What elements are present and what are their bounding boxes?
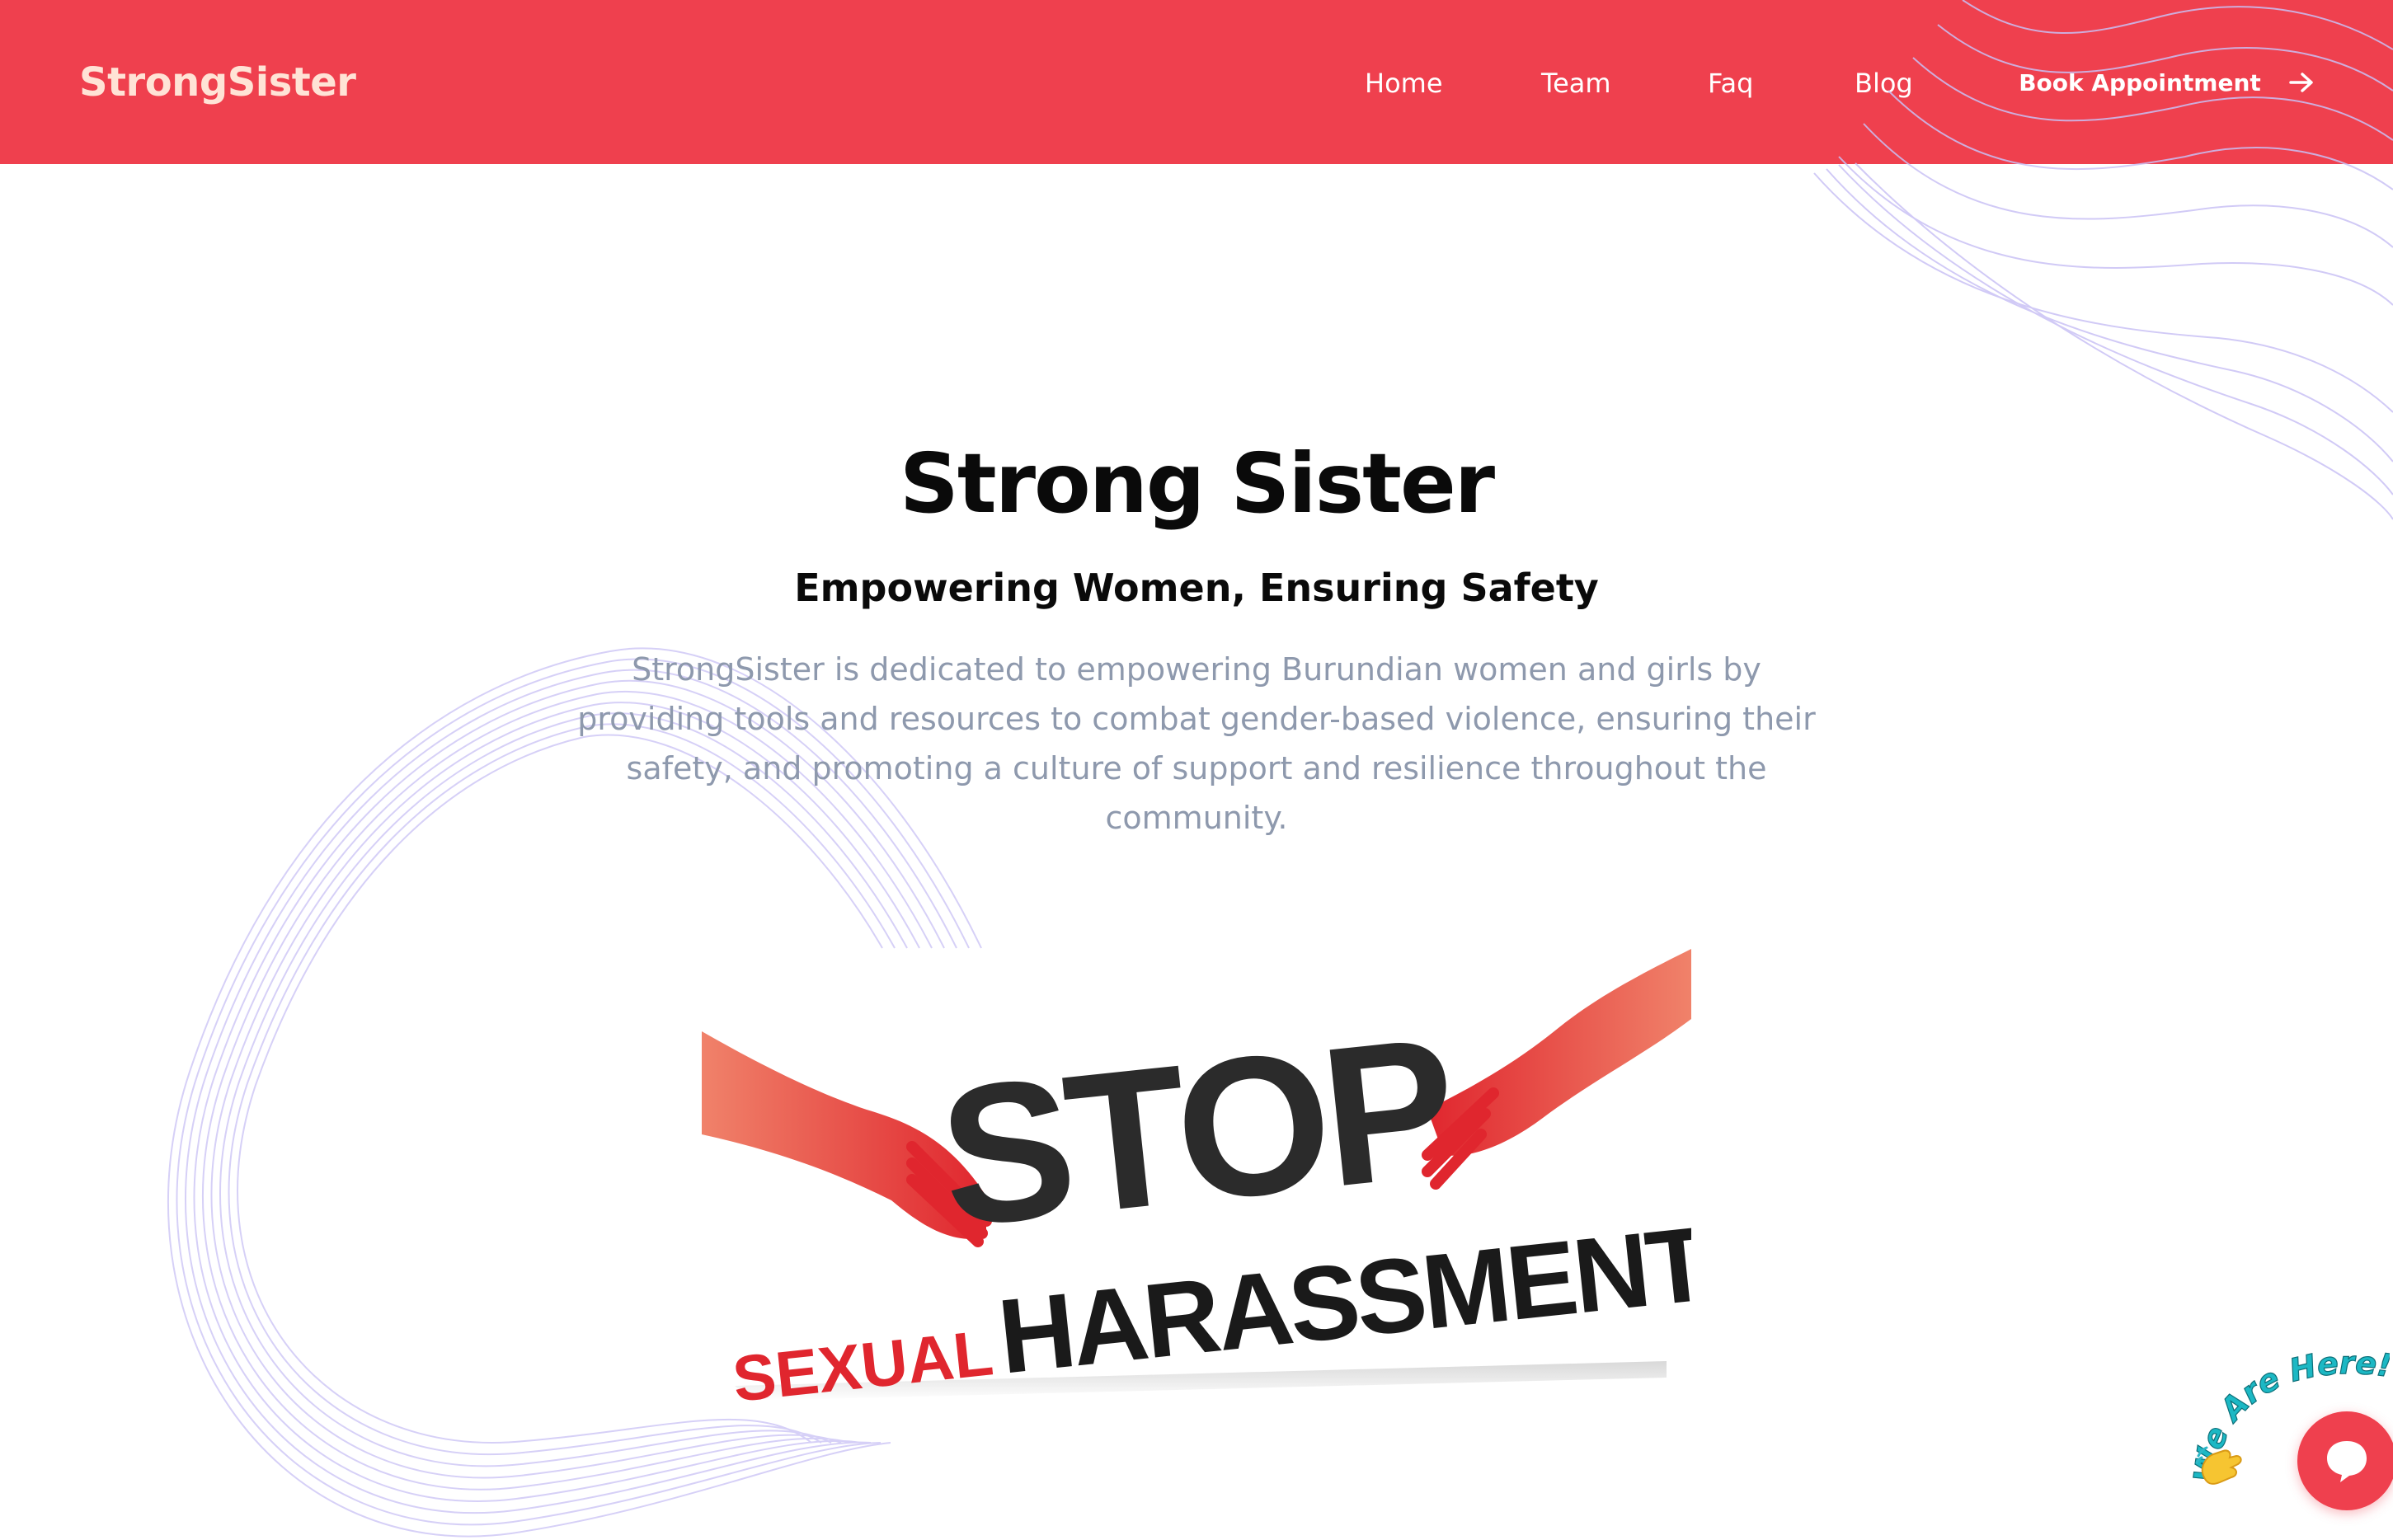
top-navbar: StrongSister Home Team Faq Blog Book App… — [0, 0, 2393, 164]
nav-link-faq[interactable]: Faq — [1708, 68, 1753, 99]
waving-hand-icon — [2195, 1443, 2245, 1495]
chat-widget[interactable]: We Are Here! — [2184, 1344, 2393, 1533]
stop-harassment-image: STOP SEXUAL HARASSMENT — [702, 949, 1716, 1416]
sexual-word: SEXUAL — [729, 1316, 996, 1411]
arrow-right-icon — [2289, 72, 2314, 93]
hero-title: Strong Sister — [899, 435, 1495, 532]
brand-logo[interactable]: StrongSister — [79, 59, 356, 106]
hero-description: StrongSister is dedicated to empowering … — [577, 651, 1816, 836]
nav-link-blog[interactable]: Blog — [1855, 68, 1913, 99]
hero-subtitle: Empowering Women, Ensuring Safety — [794, 566, 1599, 610]
stop-word: STOP — [931, 996, 1460, 1269]
nav-link-team[interactable]: Team — [1541, 68, 1611, 99]
open-chat-button[interactable] — [2297, 1411, 2393, 1510]
book-appointment-label: Book Appointment — [2019, 68, 2261, 96]
book-appointment-button[interactable]: Book Appointment — [1994, 36, 2339, 129]
page: StrongSister Home Team Faq Blog Book App… — [0, 0, 2393, 1540]
nav-link-home[interactable]: Home — [1365, 68, 1443, 99]
